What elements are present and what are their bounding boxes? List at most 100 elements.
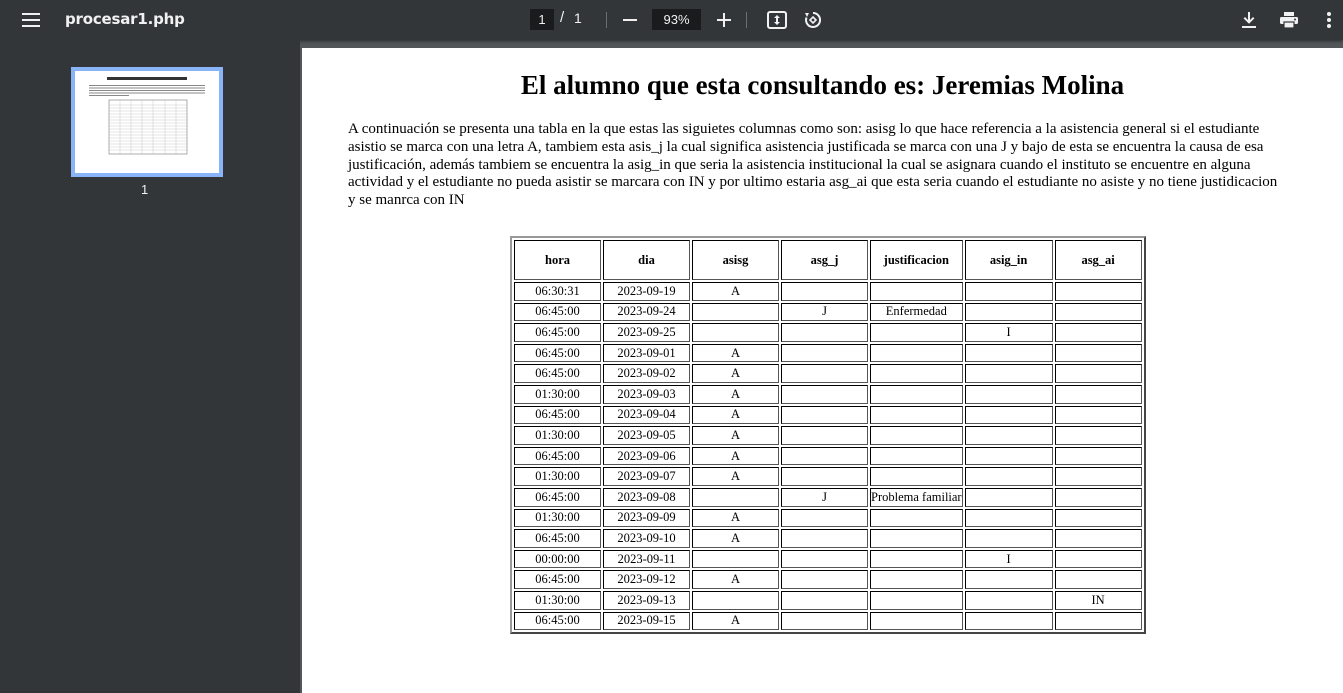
cell-asg-ai [1054, 282, 1142, 301]
cell-asg-j [781, 384, 868, 404]
page-separator: / [560, 9, 565, 26]
cell-dia: 2023-09-25 [603, 323, 690, 342]
cell-justificacion [870, 570, 963, 589]
column-header-asg-ai: asg_ai [1054, 240, 1142, 280]
cell-justificacion [870, 590, 963, 610]
cell-dia: 2023-09-06 [603, 446, 690, 466]
download-icon[interactable] [1233, 4, 1265, 36]
cell-asg-ai [1054, 323, 1142, 342]
cell-asisg: A [692, 343, 779, 363]
table-header-row: hora dia asisg asg_j justificacion asig_… [514, 240, 1142, 280]
cell-asg-j [781, 467, 868, 486]
cell-dia: 2023-09-03 [603, 384, 690, 404]
toolbar-divider [746, 12, 747, 28]
column-header-hora: hora [514, 240, 601, 280]
cell-asig-in [964, 282, 1053, 301]
cell-asig-in [964, 405, 1053, 425]
cell-hora: 01:30:00 [514, 508, 601, 528]
table-row: 01:30:00 2023-09-03 A [514, 384, 1142, 404]
cell-asg-ai: IN [1054, 590, 1142, 610]
cell-asig-in [964, 570, 1053, 589]
cell-hora: 01:30:00 [514, 590, 601, 610]
page-thumbnail[interactable] [71, 67, 223, 177]
cell-asg-j: J [781, 302, 868, 322]
cell-justificacion [870, 364, 963, 383]
page-thumbnail-preview [75, 71, 219, 173]
table-row: 01:30:00 2023-09-09 A [514, 508, 1142, 528]
table-row: 01:30:00 2023-09-05 A [514, 426, 1142, 445]
rotate-icon[interactable] [797, 4, 829, 36]
cell-dia: 2023-09-09 [603, 508, 690, 528]
menu-icon[interactable] [15, 4, 47, 36]
cell-dia: 2023-09-24 [603, 302, 690, 322]
cell-dia: 2023-09-08 [603, 487, 690, 507]
cell-asg-ai [1054, 611, 1142, 631]
cell-asig-in [964, 590, 1053, 610]
cell-justificacion: Enfermedad [870, 302, 963, 322]
cell-asig-in [964, 446, 1053, 466]
table-row: 06:45:00 2023-09-10 A [514, 529, 1142, 548]
page-total: 1 [574, 10, 582, 26]
cell-asig-in [964, 426, 1053, 445]
cell-asg-ai [1054, 549, 1142, 569]
cell-dia: 2023-09-01 [603, 343, 690, 363]
cell-asisg: A [692, 364, 779, 383]
cell-asisg [692, 549, 779, 569]
cell-hora: 01:30:00 [514, 426, 601, 445]
cell-asisg [692, 323, 779, 342]
cell-hora: 06:45:00 [514, 570, 601, 589]
cell-asg-j [781, 426, 868, 445]
cell-justificacion [870, 508, 963, 528]
fit-to-page-button[interactable] [761, 4, 793, 36]
table-row: 01:30:00 2023-09-13 IN [514, 590, 1142, 610]
pdf-page: El alumno que esta consultando es: Jerem… [302, 48, 1343, 693]
table-row: 06:45:00 2023-09-06 A [514, 446, 1142, 466]
cell-asg-j [781, 529, 868, 548]
page-number-input[interactable]: 1 [530, 9, 554, 30]
table-row: 06:45:00 2023-09-04 A [514, 405, 1142, 425]
cell-dia: 2023-09-02 [603, 364, 690, 383]
zoom-level-input[interactable]: 93% [652, 9, 701, 30]
table-row: 06:45:00 2023-09-12 A [514, 570, 1142, 589]
cell-justificacion [870, 323, 963, 342]
cell-asg-j [781, 282, 868, 301]
table-row: 06:45:00 2023-09-25 I [514, 323, 1142, 342]
cell-asisg: A [692, 405, 779, 425]
cell-asg-ai [1054, 405, 1142, 425]
column-header-justificacion: justificacion [870, 240, 963, 280]
cell-asg-j [781, 323, 868, 342]
table-row: 06:45:00 2023-09-02 A [514, 364, 1142, 383]
cell-hora: 06:45:00 [514, 446, 601, 466]
cell-justificacion [870, 446, 963, 466]
table-row: 06:45:00 2023-09-01 A [514, 343, 1142, 363]
cell-justificacion [870, 405, 963, 425]
column-header-asig-in: asig_in [964, 240, 1053, 280]
cell-asg-j [781, 508, 868, 528]
cell-asg-ai [1054, 446, 1142, 466]
zoom-out-button[interactable] [614, 4, 646, 36]
cell-asg-j [781, 446, 868, 466]
print-icon[interactable] [1273, 4, 1305, 36]
cell-justificacion [870, 611, 963, 631]
cell-hora: 06:45:00 [514, 302, 601, 322]
cell-asg-ai [1054, 529, 1142, 548]
file-title: procesar1.php [65, 10, 185, 28]
cell-dia: 2023-09-04 [603, 405, 690, 425]
zoom-in-button[interactable] [708, 4, 740, 36]
table-row: 00:00:00 2023-09-11 I [514, 549, 1142, 569]
cell-asg-j [781, 549, 868, 569]
cell-justificacion [870, 343, 963, 363]
cell-dia: 2023-09-15 [603, 611, 690, 631]
toolbar-divider [606, 12, 607, 28]
cell-dia: 2023-09-19 [603, 282, 690, 301]
cell-asg-ai [1054, 487, 1142, 507]
table-row: 06:45:00 2023-09-15 A [514, 611, 1142, 631]
column-header-asisg: asisg [692, 240, 779, 280]
table-row: 06:45:00 2023-09-08 J Problema familiar [514, 487, 1142, 507]
cell-asg-ai [1054, 570, 1142, 589]
cell-asisg: A [692, 611, 779, 631]
more-options-icon[interactable] [1313, 4, 1343, 36]
cell-hora: 01:30:00 [514, 384, 601, 404]
cell-justificacion [870, 282, 963, 301]
table-body: 06:30:31 2023-09-19 A 06:45:00 2023-09-24 J En… [514, 282, 1142, 631]
